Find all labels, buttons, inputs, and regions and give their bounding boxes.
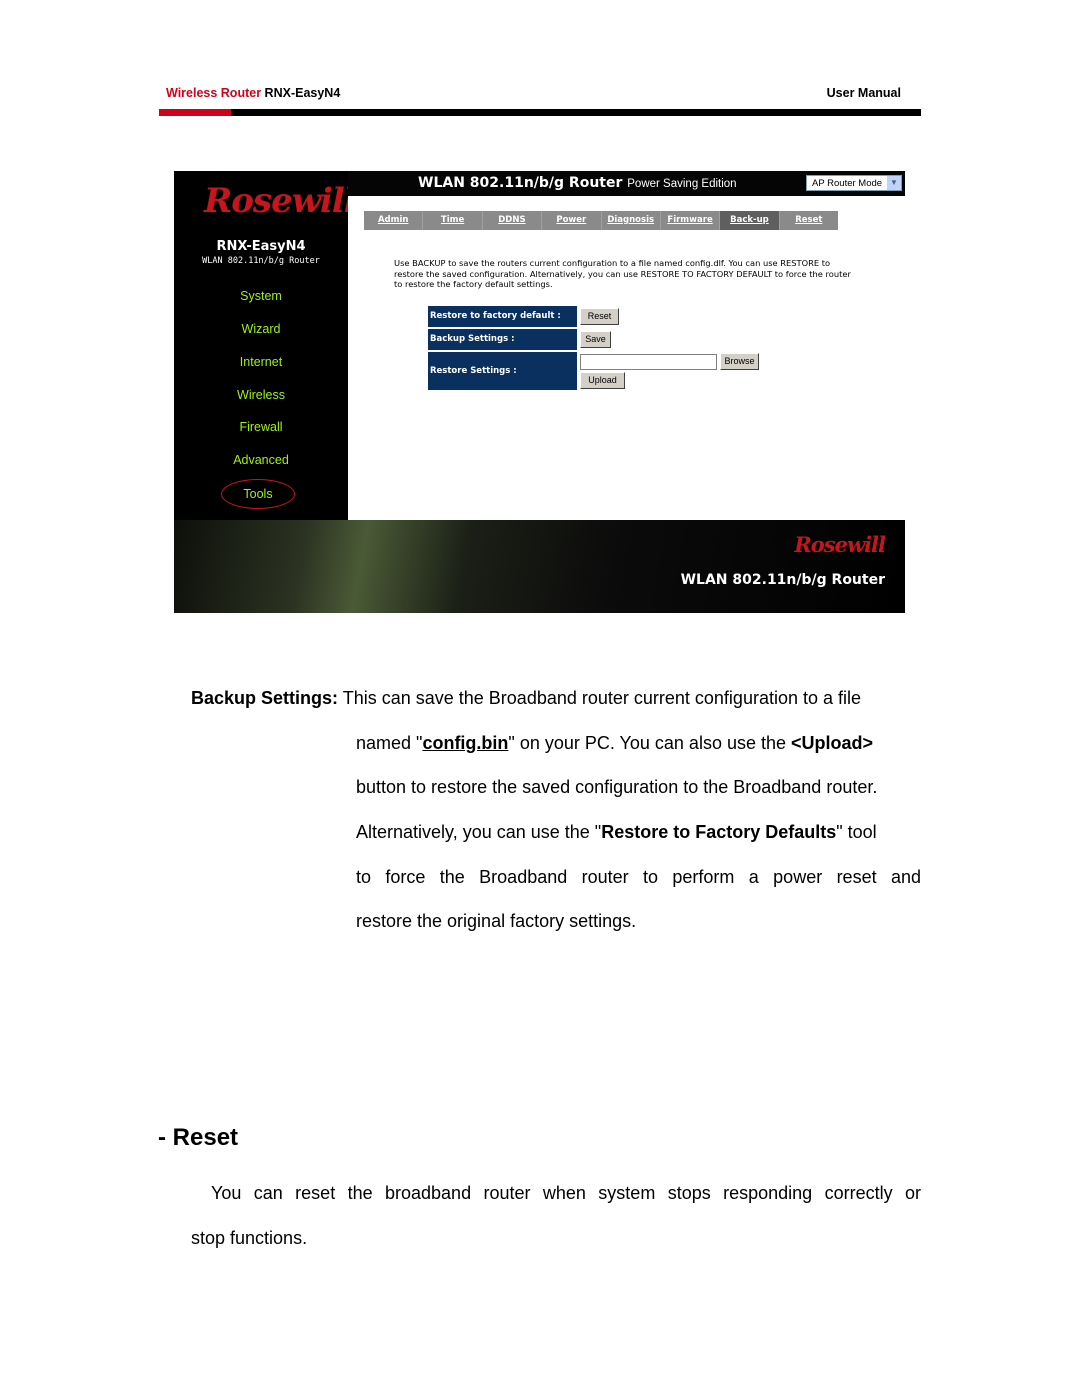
sidebar-item-firewall[interactable]: Firewall [174, 420, 348, 434]
backup-line-2: named "config.bin" on your PC. You can a… [356, 733, 874, 753]
model-label: RNX-EasyN4 [264, 86, 341, 100]
tab-ddns[interactable]: DDNS [483, 211, 543, 230]
backup-line-6: restore the original factory settings. [356, 911, 637, 931]
footer-banner: Rosewill WLAN 802.11n/b/g Router [174, 520, 905, 613]
product-label: Wireless Router [166, 86, 262, 100]
banner-rosewill-logo: Rosewill [794, 532, 886, 557]
reset-line-2: stop functions. [191, 1228, 308, 1248]
tool-tabs: Admin Time DDNS Power Diagnosis Firmware… [364, 211, 838, 230]
upload-reference: <Upload> [791, 733, 874, 753]
router-ui-screenshot: Rosewill® RNX-EasyN4 WLAN 802.11n/b/g Ro… [174, 171, 905, 613]
banner-title: WLAN 802.11n/b/g Router [680, 572, 885, 588]
backup-description: Use BACKUP to save the routers current c… [394, 258, 851, 290]
reset-section-heading: - Reset [158, 1124, 239, 1151]
sidebar-item-wizard[interactable]: Wizard [174, 322, 348, 336]
backup-term: Backup Settings: [191, 688, 339, 708]
header-rule [159, 109, 921, 116]
tab-admin[interactable]: Admin [364, 211, 424, 230]
router-title: WLAN 802.11n/b/g Router Power Saving Edi… [418, 175, 737, 191]
tab-diagnosis[interactable]: Diagnosis [602, 211, 661, 230]
browse-button[interactable]: Browse [720, 353, 759, 370]
tab-power[interactable]: Power [542, 211, 602, 230]
reset-button[interactable]: Reset [580, 308, 619, 325]
upload-button[interactable]: Upload [580, 372, 625, 389]
tab-time[interactable]: Time [423, 211, 483, 230]
reset-line-1: You can reset the broadband router when … [211, 1183, 921, 1203]
sidebar-item-tools[interactable]: Tools [221, 479, 295, 509]
chevron-down-icon: ▼ [887, 176, 901, 190]
backup-line-4: Alternatively, you can use the "Restore … [356, 822, 877, 842]
save-button[interactable]: Save [580, 331, 611, 348]
sidebar-item-system[interactable]: System [174, 289, 348, 303]
backup-settings-label: Backup Settings : [428, 329, 577, 350]
restore-settings-label: Restore Settings : [428, 352, 577, 390]
tab-reset[interactable]: Reset [780, 211, 838, 230]
config-bin-filename: config.bin [422, 733, 509, 753]
sidebar-item-advanced[interactable]: Advanced [174, 453, 348, 467]
tab-back-up[interactable]: Back-up [720, 211, 780, 230]
backup-line-5: to force the Broadband router to perform… [356, 867, 921, 887]
model-subtitle: WLAN 802.11n/b/g Router [202, 256, 320, 266]
backup-line-1: This can save the Broadband router curre… [342, 688, 862, 708]
running-header-right: User Manual [826, 86, 901, 100]
backup-term-paragraph: Backup Settings: This can save the Broad… [191, 688, 861, 709]
rosewill-logo: Rosewill® [204, 181, 363, 221]
restore-factory-label: Restore to factory default : [428, 306, 577, 327]
backup-line-3: button to restore the saved configuratio… [356, 777, 878, 797]
running-header-left: Wireless Router RNX-EasyN4 [166, 86, 340, 100]
sidebar-item-internet[interactable]: Internet [174, 355, 348, 369]
restore-factory-reference: Restore to Factory Defaults [601, 822, 837, 842]
sidebar-item-wireless[interactable]: Wireless [174, 388, 348, 402]
restore-file-input[interactable] [580, 354, 717, 370]
mode-select[interactable]: AP Router Mode ▼ [806, 175, 902, 191]
content-panel: Admin Time DDNS Power Diagnosis Firmware… [348, 196, 905, 520]
header-rule-accent [159, 109, 231, 116]
tab-firmware[interactable]: Firmware [661, 211, 721, 230]
model-name: RNX-EasyN4 [216, 239, 306, 254]
